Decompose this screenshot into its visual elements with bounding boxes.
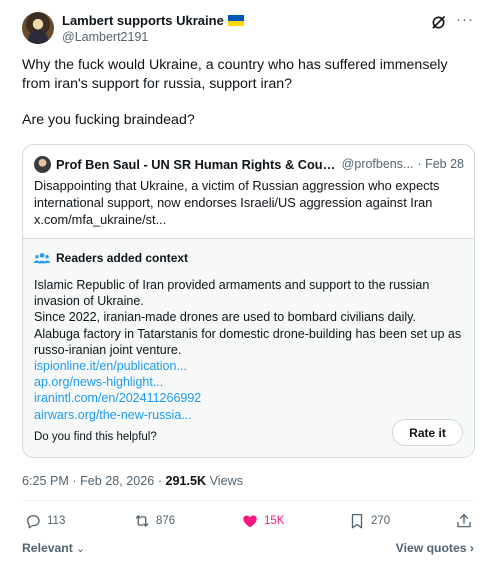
like-count: 15K [264,515,285,527]
helpful-question: Do you find this helpful? [34,431,157,443]
quoted-tweet[interactable]: Prof Ben Saul - UN SR Human Rights & Cou… [22,144,475,458]
note-link[interactable]: iranintl.com/en/202411266992 [34,390,464,406]
timestamp[interactable]: 6:25 PM · Feb 28, 2026 · [22,474,166,488]
note-line: invasion of Ukraine. [34,294,144,309]
community-notes: Readers added context Islamic Republic o… [23,238,474,457]
replies-footer: Relevant ⌄ View quotes › [22,538,474,556]
notes-body: Islamic Republic of Iran provided armame… [34,277,464,423]
tweet-header: Lambert supports Ukraine @Lambert2191 ··… [22,12,478,46]
ukraine-flag-icon [227,15,244,26]
grok-icon[interactable] [431,15,446,30]
note-line: Islamic Republic of Iran provided armame… [34,278,430,292]
author-name-row[interactable]: Lambert supports Ukraine [62,13,244,28]
author-name[interactable]: Lambert supports Ukraine [62,13,224,28]
reply-button[interactable]: 113 [24,512,65,530]
divider [22,500,473,501]
view-quotes-label: View quotes [395,541,467,555]
tweet-line: Why the fuck would Ukraine, a country wh… [22,57,448,73]
quoted-author-handle: @profbens... [341,157,414,171]
views-count: 291.5K [165,474,207,488]
people-icon [34,252,50,263]
sort-relevant-dropdown[interactable]: Relevant ⌄ [22,541,85,555]
repost-icon [135,515,149,527]
author-handle[interactable]: @Lambert2191 [62,30,148,44]
repost-count: 876 [156,515,176,527]
view-quotes-link[interactable]: View quotes › [396,541,474,555]
note-line: russo-iranian joint venture. [34,342,182,357]
quoted-avatar [34,155,51,173]
chevron-down-icon: ⌄ [72,543,86,555]
like-button[interactable]: 15K [241,512,284,530]
quoted-text-link[interactable]: x.com/mfa_ukraine/st... [34,212,464,229]
share-icon [457,513,471,528]
quoted-date: · Feb 28 [417,157,464,171]
notes-title-text: Readers added context [56,251,189,265]
quoted-text-line: Disappointing that Ukraine, a victim of … [34,178,440,193]
reply-count: 113 [47,515,66,527]
share-button[interactable] [455,512,473,530]
tweet-meta: 6:25 PM · Feb 28, 2026 · 291.5K Views [22,474,243,488]
quoted-author-name: Prof Ben Saul - UN SR Human Rights & Cou… [56,156,336,172]
tweet-line: from iran's support for russia, support … [22,75,293,92]
rate-it-button[interactable]: Rate it [392,419,463,446]
bookmark-count: 270 [371,515,391,527]
bookmark-button[interactable]: 270 [348,512,390,530]
note-line: Since 2022, iranian-made drones are used… [34,310,416,325]
notes-title: Readers added context [34,251,188,265]
tweet-line: Are you fucking braindead? [22,112,195,128]
quoted-text: Disappointing that Ukraine, a victim of … [34,178,464,228]
chevron-right-icon: › [466,541,474,555]
heart-icon [243,515,257,528]
sort-label: Relevant [22,541,73,555]
avatar[interactable] [22,12,54,44]
repost-button[interactable]: 876 [133,512,175,530]
note-link[interactable]: ispionline.it/en/publication... [34,358,464,374]
action-bar: 113 876 15K 270 [22,512,474,532]
note-link[interactable]: ap.org/news-highlight... [34,374,464,390]
quoted-tweet-header: Prof Ben Saul - UN SR Human Rights & Cou… [34,155,464,173]
bookmark-icon [351,513,363,529]
note-line: Alabuga factory in Tatarstanis for domes… [34,326,462,341]
quoted-text-line: international support, now endorses Isra… [34,194,433,210]
views-label: Views [206,474,244,488]
reply-icon [27,515,40,529]
tweet-text: Why the fuck would Ukraine, a country wh… [22,56,472,130]
more-options-icon[interactable]: ··· [456,12,474,28]
